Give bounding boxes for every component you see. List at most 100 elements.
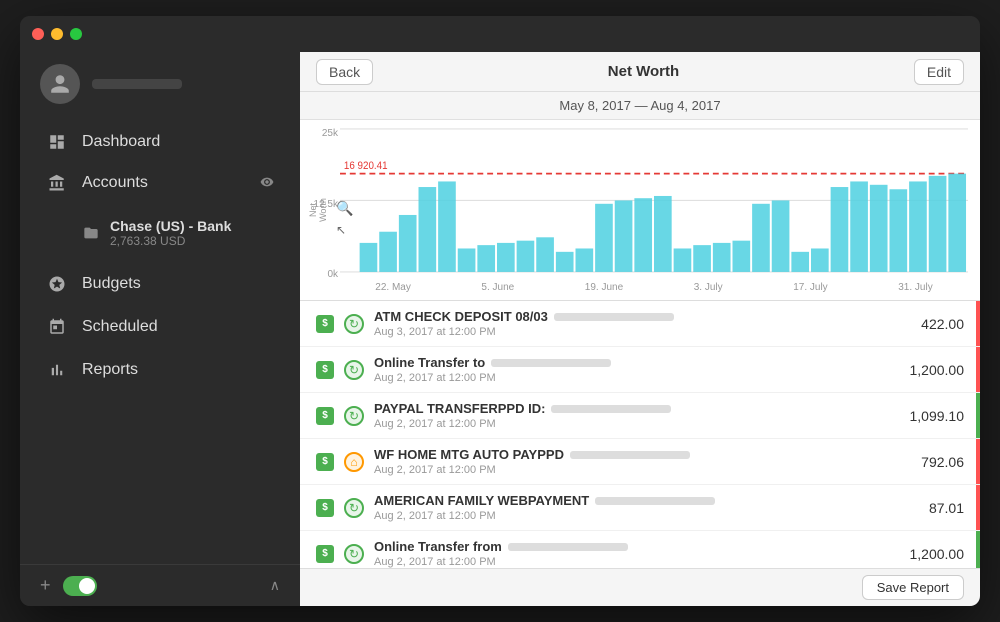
sidebar-item-dashboard-label: Dashboard [82,133,160,151]
sidebar-item-scheduled-label: Scheduled [82,318,158,336]
sidebar-item-reports[interactable]: Reports [26,349,294,391]
tx-amount: 1,200.00 [910,546,965,562]
tx-name-blurred [554,313,674,321]
tx-status-icon: ↻ [344,314,364,334]
sidebar-item-accounts-label: Accounts [82,174,148,192]
transaction-row[interactable]: $ ↻ PAYPAL TRANSFERPPD ID: Aug 2, 2017 a… [300,393,980,439]
tx-bar [976,347,980,392]
maximize-button[interactable] [70,28,82,40]
x-label-3july: 3. July [694,282,723,300]
transaction-row[interactable]: $ ↻ Online Transfer to Aug 2, 2017 at 12… [300,347,980,393]
eye-icon[interactable] [260,175,274,192]
sidebar: Dashboard Accounts [20,16,300,606]
tx-amount: 1,200.00 [910,362,965,378]
tx-bar [976,301,980,346]
budgets-icon [46,273,68,295]
accounts-icon [46,172,68,194]
tx-status-icon: ↻ [344,498,364,518]
tx-name-blurred [570,451,690,459]
tx-dollar-icon: $ [316,453,334,471]
sidebar-item-scheduled[interactable]: Scheduled [26,306,294,348]
tx-amount: 792.06 [921,454,964,470]
tx-status-icon: ↻ [344,406,364,426]
chase-account-info: Chase (US) - Bank 2,763.38 USD [110,218,231,248]
chevron-up-icon[interactable]: ∧ [270,577,280,594]
folder-icon [82,224,100,242]
x-label-22may: 22. May [375,282,411,300]
tx-name: Online Transfer from [374,539,900,554]
user-profile[interactable] [20,52,300,120]
toggle-switch[interactable] [63,576,97,596]
pointer-icon[interactable]: ↖ [336,223,353,237]
tx-amount: 87.01 [929,500,964,516]
transaction-row[interactable]: $ ⌂ WF HOME MTG AUTO PAYPPD Aug 2, 2017 … [300,439,980,485]
toolbar-title: Net Worth [373,63,914,80]
tx-info: WF HOME MTG AUTO PAYPPD Aug 2, 2017 at 1… [374,447,911,476]
date-range: May 8, 2017 — Aug 4, 2017 [300,92,980,120]
sidebar-item-dashboard[interactable]: Dashboard [26,121,294,163]
save-report-button[interactable]: Save Report [862,575,964,600]
tx-dollar-icon: $ [316,361,334,379]
tx-bar [976,393,980,438]
tx-icon-col: $ [316,453,334,471]
sidebar-item-budgets[interactable]: Budgets [26,263,294,305]
tx-name: Online Transfer to [374,355,900,370]
reports-icon [46,359,68,381]
sidebar-bottom: + ∧ [20,564,300,606]
close-button[interactable] [32,28,44,40]
account-sub-list: Chase (US) - Bank 2,763.38 USD [82,212,300,254]
net-worth-chart[interactable]: 16 920.41 [340,120,968,282]
tx-date: Aug 2, 2017 at 12:00 PM [374,372,900,384]
tx-icon-col: $ [316,315,334,333]
tx-info: ATM CHECK DEPOSIT 08/03 Aug 3, 2017 at 1… [374,309,911,338]
tx-status-icon: ↻ [344,544,364,564]
tx-info: Online Transfer to Aug 2, 2017 at 12:00 … [374,355,900,384]
tx-icon-col: $ [316,499,334,517]
svg-text:16 920.41: 16 920.41 [344,160,388,173]
tx-date: Aug 2, 2017 at 12:00 PM [374,418,900,430]
y-axis-label: Net Worth [308,192,328,228]
tx-bar [976,439,980,484]
tx-name-blurred [551,405,671,413]
app-window: Dashboard Accounts [20,16,980,606]
sidebar-item-budgets-label: Budgets [82,275,141,293]
title-bar [20,16,980,52]
edit-button[interactable]: Edit [914,59,964,85]
tx-amount: 1,099.10 [910,408,965,424]
tx-info: AMERICAN FAMILY WEBPAYMENT Aug 2, 2017 a… [374,493,919,522]
tx-status-icon: ↻ [344,360,364,380]
accounts-header: Accounts [46,172,274,194]
back-button[interactable]: Back [316,59,373,85]
sidebar-item-reports-label: Reports [82,361,138,379]
tx-name: AMERICAN FAMILY WEBPAYMENT [374,493,919,508]
tx-name-blurred [491,359,611,367]
sidebar-item-accounts[interactable]: Accounts Chase (US) - Bank 2,763.38 USD [26,164,294,262]
transaction-row[interactable]: $ ↻ Online Transfer from Aug 2, 2017 at … [300,531,980,568]
zoom-icon[interactable]: 🔍 [336,200,353,217]
transaction-list: $ ↻ ATM CHECK DEPOSIT 08/03 Aug 3, 2017 … [300,300,980,568]
tx-amount: 422.00 [921,316,964,332]
tx-dollar-icon: $ [316,315,334,333]
tx-dollar-icon: $ [316,407,334,425]
x-label-19june: 19. June [585,282,623,300]
tx-icon-col: $ [316,361,334,379]
user-name-blurred [92,79,182,89]
tx-name-blurred [595,497,715,505]
tx-status-icon: ⌂ [344,452,364,472]
tx-icon-col: $ [316,407,334,425]
main-content: Back Net Worth Edit May 8, 2017 — Aug 4,… [300,16,980,606]
tx-bar [976,531,980,568]
tx-name-blurred [508,543,628,551]
main-toolbar: Back Net Worth Edit [300,52,980,92]
add-button[interactable]: + [40,575,51,596]
chase-account-item[interactable]: Chase (US) - Bank 2,763.38 USD [82,212,300,254]
transaction-row[interactable]: $ ↻ AMERICAN FAMILY WEBPAYMENT Aug 2, 20… [300,485,980,531]
chart-area: 25k 12.5k 0k Net Worth 16 920.41 [300,120,980,300]
x-label-31july: 31. July [898,282,932,300]
tx-name: WF HOME MTG AUTO PAYPPD [374,447,911,462]
y-tick-0k: 0k [327,269,338,280]
dashboard-icon [46,131,68,153]
minimize-button[interactable] [51,28,63,40]
transaction-row[interactable]: $ ↻ ATM CHECK DEPOSIT 08/03 Aug 3, 2017 … [300,301,980,347]
avatar [40,64,80,104]
